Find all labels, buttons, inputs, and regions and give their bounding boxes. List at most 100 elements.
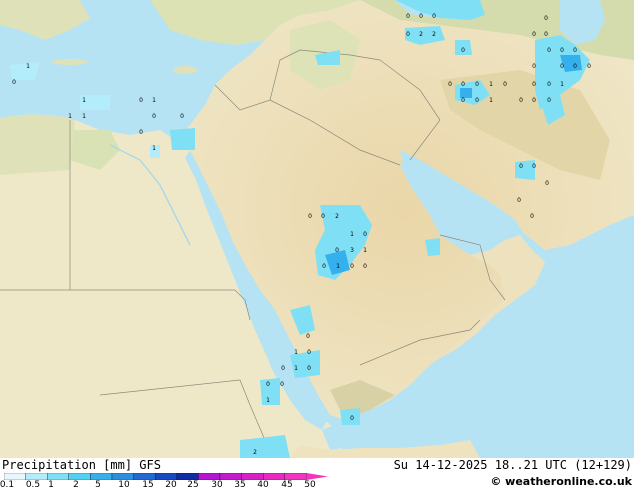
point-value-label: 0 [321,213,325,220]
precip-sinai [170,128,195,150]
point-value-label: 1 [266,397,270,404]
point-value-label: 1 [489,97,493,104]
point-value-label: 0 [308,213,312,220]
point-value-label: 0 [406,31,410,38]
point-value-label: 0 [350,263,354,270]
point-value-label: 0 [547,97,551,104]
point-value-label: 1 [294,349,298,356]
point-value-label: 0 [363,263,367,270]
legend-label: 40 [257,480,269,490]
point-value-label: 0 [350,415,354,422]
point-value-label: 0 [461,81,465,88]
legend-colorbar [4,473,328,480]
legend-swatch [111,473,134,480]
brand-link[interactable]: © weatheronline.co.uk [490,475,632,488]
point-value-label: 0 [532,63,536,70]
point-value-label: 0 [461,97,465,104]
point-value-label: 1 [26,63,30,70]
land-crete [52,59,88,65]
point-value-label: 0 [532,31,536,38]
point-value-label: 1 [350,231,354,238]
point-value-label: 0 [475,81,479,88]
point-value-label: 0 [322,263,326,270]
point-value-label: 0 [560,63,564,70]
point-value-label: 0 [544,31,548,38]
legend-swatch [219,473,242,480]
point-value-label: 0 [180,113,184,120]
point-value-label: 1 [363,247,367,254]
point-value-label: 0 [573,47,577,54]
point-value-label: 0 [475,97,479,104]
point-value-label: 0 [519,97,523,104]
point-value-label: 1 [294,365,298,372]
point-value-label: 0 [139,97,143,104]
point-value-label: 0 [560,47,564,54]
point-value-label: 0 [266,381,270,388]
point-value-label: 0 [139,129,143,136]
point-value-label: 0 [573,63,577,70]
legend-swatch [47,473,69,480]
legend-label: 10 [118,480,130,490]
map-title: Precipitation [mm] GFS [2,458,161,472]
legend-swatch [68,473,91,480]
footer-bar: Precipitation [mm] GFS Su 14-12-2025 18.… [0,458,634,490]
point-value-label: 2 [335,213,339,220]
point-value-label: 0 [335,247,339,254]
point-value-label: 1 [82,97,86,104]
point-value-label: 0 [547,81,551,88]
legend-label: 2 [73,480,79,490]
precip-eritrea [260,378,280,405]
precipitation-map: 0 0 0 0 2 2 0 0 0 0 0 0 0 0 0 0 0 0 0 0 0 1 0 0 1 0 0 1 0 0 0 1 0 1 0 1 1 1 0 0… [0,0,634,458]
legend-swatch [263,473,285,480]
map-svg: 0 0 0 0 2 2 0 0 0 0 0 0 0 0 0 0 0 0 0 0 0 1 0 0 1 0 0 1 0 0 0 1 0 1 0 1 1 1 0 0… [0,0,634,458]
legend-swatch [155,473,177,480]
legend-swatch [133,473,156,480]
legend-label: 1 [48,480,54,490]
legend-label: 35 [234,480,246,490]
point-value-label: 0 [419,13,423,20]
legend-label: 50 [304,480,316,490]
point-value-label: 0 [519,163,523,170]
libya-coast [0,114,75,175]
legend-swatch [198,473,221,480]
point-value-label: 0 [530,213,534,220]
point-value-label: 0 [406,13,410,20]
forecast-datetime: Su 14-12-2025 18..21 UTC (12+129) [393,458,632,472]
point-value-label: 0 [461,47,465,54]
point-value-label: 1 [82,113,86,120]
land-cyprus [173,66,197,74]
point-value-label: 0 [532,81,536,88]
point-value-label: 0 [503,81,507,88]
legend-swatch [176,473,199,480]
legend-swatch [284,473,307,480]
point-value-label: 1 [152,145,156,152]
legend-swatch [241,473,264,480]
point-value-label: 1 [68,113,72,120]
point-value-label: 2 [253,449,257,456]
point-value-label: 0 [281,365,285,372]
point-value-label: 0 [432,13,436,20]
point-value-label: 0 [517,197,521,204]
point-value-label: 0 [547,47,551,54]
legend-label: 15 [142,480,154,490]
legend-label: 0.1 [0,480,15,490]
point-value-label: 0 [545,180,549,187]
point-value-label: 2 [432,31,436,38]
point-value-label: 0 [12,79,16,86]
point-value-label: 1 [560,81,564,88]
legend-label: 5 [95,480,101,490]
point-value-label: 0 [307,365,311,372]
point-value-label: 0 [152,113,156,120]
point-value-label: 0 [532,163,536,170]
legend-arrow [306,473,328,480]
point-value-label: 1 [489,81,493,88]
legend-label: 30 [211,480,223,490]
point-value-label: 1 [152,97,156,104]
legend-swatch [90,473,113,480]
point-value-label: 0 [306,333,310,340]
legend-labels: 0.1 0.5 1 2 5 10 15 20 25 30 35 40 45 50 [0,480,340,490]
point-value-label: 0 [532,97,536,104]
point-value-label: 3 [350,247,354,254]
point-value-label: 0 [363,231,367,238]
legend-swatch [4,473,26,480]
